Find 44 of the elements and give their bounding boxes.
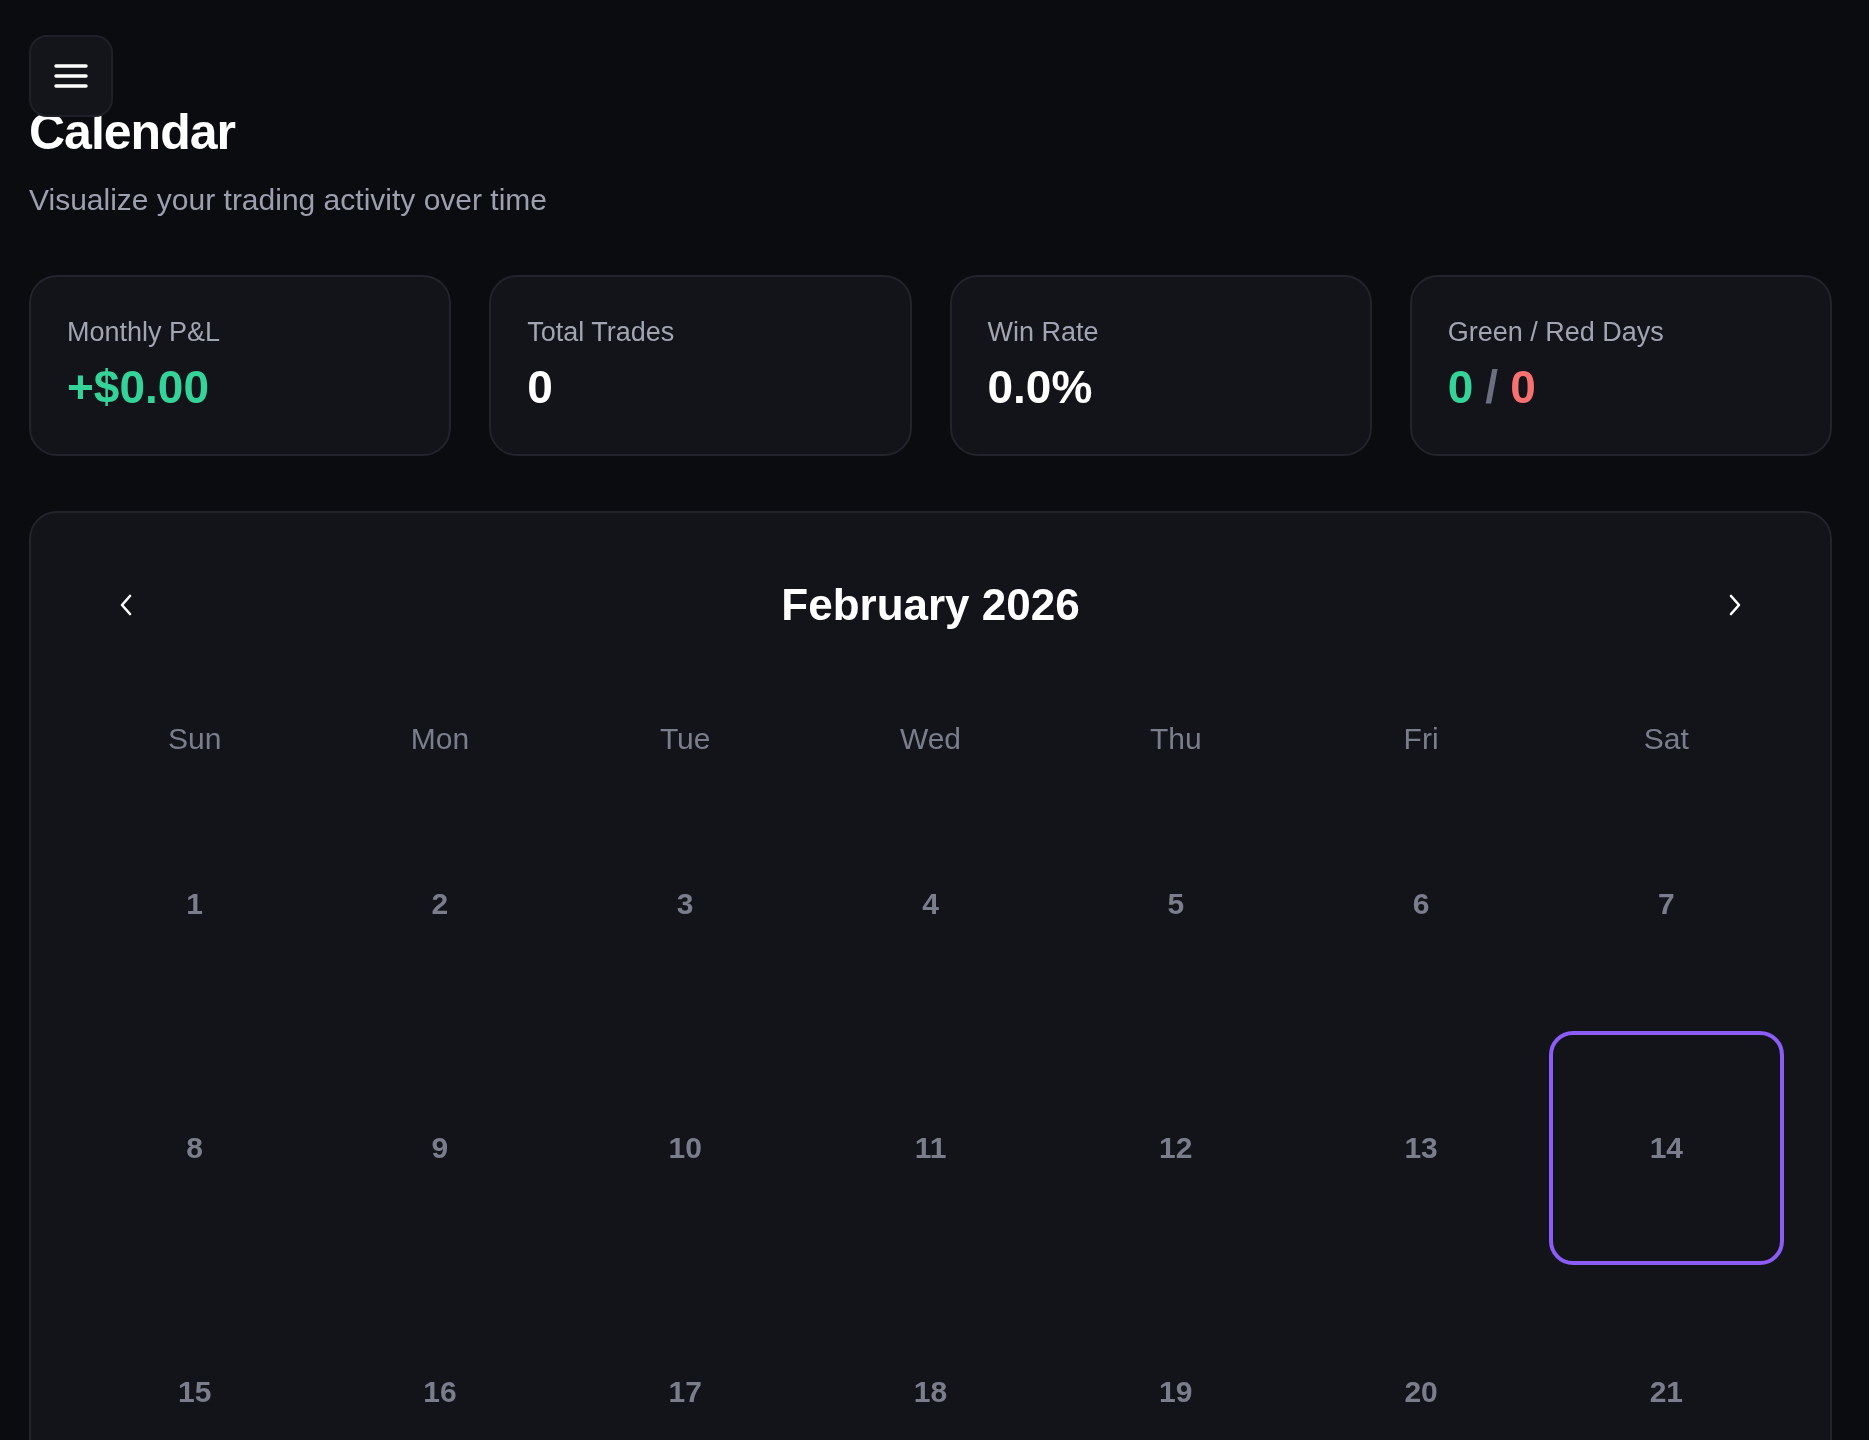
weekday-label: Fri bbox=[1403, 721, 1439, 757]
calendar-day[interactable]: 18 bbox=[812, 1275, 1049, 1440]
calendar-day[interactable]: 8 bbox=[77, 1031, 313, 1265]
weekday-label: Wed bbox=[899, 721, 962, 757]
menu-icon bbox=[53, 62, 89, 90]
calendar-day[interactable]: 21 bbox=[1548, 1275, 1784, 1440]
losing-days-count: 0 bbox=[1510, 360, 1536, 415]
calendar-day[interactable]: 2 bbox=[322, 787, 558, 1021]
page-subtitle: Visualize your trading activity over time bbox=[29, 182, 548, 218]
weekday-label: Mon bbox=[410, 721, 470, 757]
calendar-day[interactable]: 3 bbox=[567, 787, 803, 1021]
stat-label: Total Trades bbox=[527, 316, 675, 349]
weekday-label: Tue bbox=[659, 721, 711, 757]
stat-label: Win Rate bbox=[987, 316, 1099, 349]
month-title: February 2026 bbox=[781, 580, 1080, 630]
page-title: Calendar bbox=[29, 103, 237, 162]
winning-days-count: 0 bbox=[1447, 360, 1474, 415]
chevron-right-icon bbox=[1728, 594, 1742, 616]
weekday-label: Thu bbox=[1149, 721, 1202, 757]
separator-slash: / bbox=[1485, 360, 1499, 415]
calendar-day[interactable]: 14 bbox=[1548, 1031, 1784, 1265]
weekday-label: Sun bbox=[167, 721, 222, 757]
calendar-day[interactable]: 7 bbox=[1548, 787, 1784, 1021]
calendar-day[interactable]: 15 bbox=[77, 1275, 313, 1440]
weekday-label: Sat bbox=[1643, 721, 1689, 757]
stat-label: Monthly P&L bbox=[67, 316, 221, 349]
calendar-day[interactable]: 4 bbox=[812, 787, 1049, 1021]
calendar-day[interactable]: 11 bbox=[812, 1031, 1049, 1265]
calendar-day[interactable]: 19 bbox=[1058, 1275, 1294, 1440]
calendar-day[interactable]: 13 bbox=[1303, 1031, 1539, 1265]
calendar-day[interactable]: 16 bbox=[322, 1275, 558, 1440]
stat-value: 0.0% bbox=[987, 360, 1093, 415]
calendar-day[interactable]: 10 bbox=[567, 1031, 803, 1265]
calendar-day[interactable]: 9 bbox=[322, 1031, 558, 1265]
calendar-day[interactable]: 12 bbox=[1058, 1031, 1294, 1265]
stat-value: 0 bbox=[527, 360, 553, 415]
stat-value: +$0.00 bbox=[67, 360, 209, 415]
calendar-day[interactable]: 6 bbox=[1303, 787, 1539, 1021]
stat-label: Green / Red Days bbox=[1447, 316, 1664, 349]
calendar-day[interactable]: 5 bbox=[1058, 787, 1294, 1021]
calendar-day[interactable]: 1 bbox=[77, 787, 313, 1021]
calendar-day[interactable]: 20 bbox=[1303, 1275, 1539, 1440]
calendar-day[interactable]: 17 bbox=[567, 1275, 803, 1440]
chevron-left-icon bbox=[119, 594, 133, 616]
